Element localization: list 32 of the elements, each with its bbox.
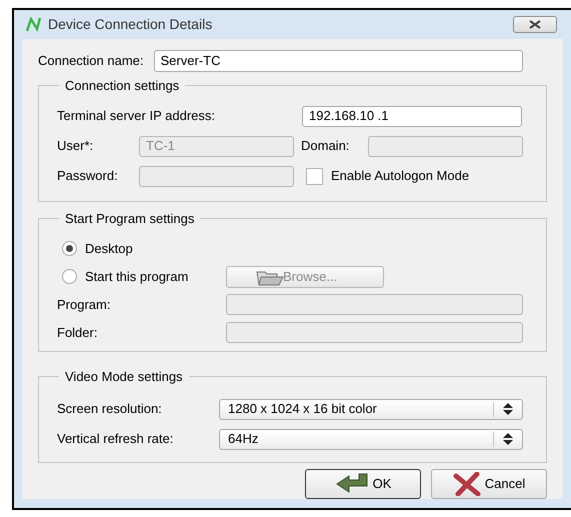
field-label: Password: bbox=[57, 167, 119, 186]
text-field[interactable]: 192.168.10 .1 bbox=[302, 106, 522, 126]
group-title: Start Program settings bbox=[64, 210, 196, 228]
field-label: User*: bbox=[57, 137, 94, 156]
spinner-arrows-icon bbox=[503, 403, 513, 415]
field-label: Terminal server IP address: bbox=[57, 107, 216, 126]
app-logo-icon bbox=[26, 17, 42, 32]
enter-arrow-icon bbox=[334, 472, 369, 496]
group-title: Video Mode settings bbox=[64, 368, 184, 386]
field-label: Program: bbox=[57, 296, 112, 314]
dropdown[interactable]: 64Hz bbox=[219, 428, 523, 450]
cancel-button[interactable]: Cancel bbox=[431, 468, 547, 498]
text-field[interactable]: Server-TC bbox=[154, 50, 523, 72]
ok-button[interactable]: OK bbox=[305, 468, 421, 498]
radio-button[interactable] bbox=[62, 269, 77, 284]
field-label: Screen resolution: bbox=[57, 400, 163, 418]
checkbox[interactable] bbox=[306, 168, 323, 184]
close-icon bbox=[529, 20, 541, 29]
field-label: Connection name: bbox=[38, 52, 144, 70]
field-label: Start this program bbox=[85, 268, 190, 286]
cancel-x-icon bbox=[452, 472, 481, 496]
field-label: Folder: bbox=[57, 324, 98, 342]
close-button[interactable] bbox=[513, 16, 557, 33]
field-label: Enable Autologon Mode bbox=[331, 167, 470, 186]
field-label: Domain: bbox=[301, 137, 350, 156]
field-label: Desktop bbox=[85, 240, 133, 258]
window-title: Device Connection Details bbox=[48, 15, 212, 34]
radio-button[interactable] bbox=[62, 241, 77, 256]
spinner-arrows-icon bbox=[503, 433, 513, 445]
group-title: Connection settings bbox=[64, 77, 180, 95]
dropdown[interactable]: 1280 x 1024 x 16 bit color bbox=[219, 398, 523, 420]
field-label: Vertical refresh rate: bbox=[57, 430, 174, 448]
